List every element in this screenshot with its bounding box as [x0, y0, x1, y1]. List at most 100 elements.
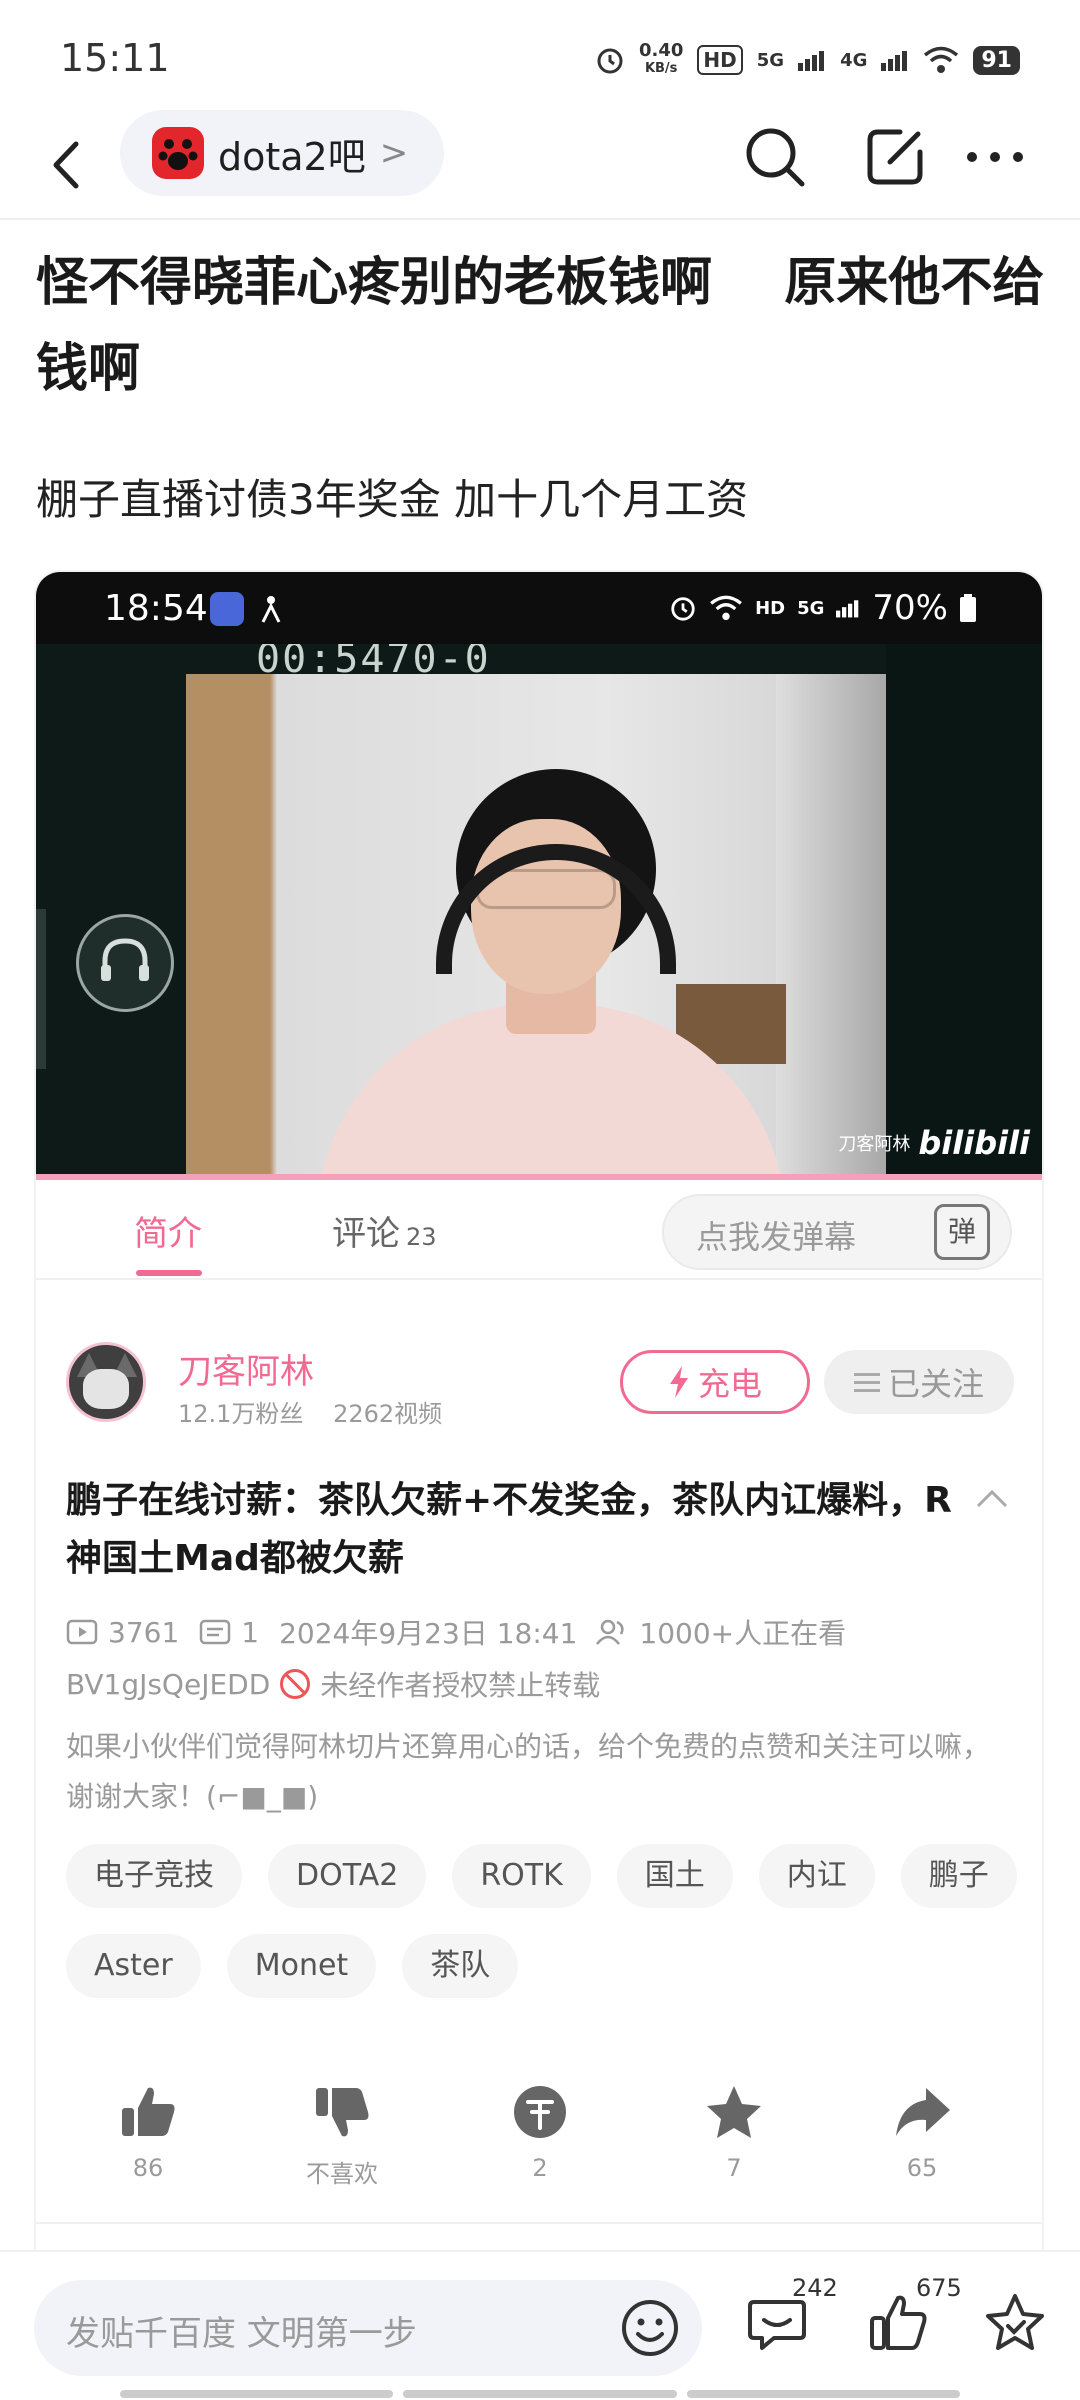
emoji-icon[interactable]: [620, 2298, 680, 2358]
video-watermark: 刀客阿林 bilibili: [838, 1124, 1030, 1162]
side-handle[interactable]: [36, 909, 46, 1069]
tag-chip[interactable]: DOTA2: [268, 1844, 427, 1908]
reply-input[interactable]: 发贴千百度 文明第一步: [34, 2280, 702, 2376]
post-subtitle: 棚子直播讨债3年奖金 加十几个月工资: [36, 475, 749, 524]
bottom-bar: 发贴千百度 文明第一步 242 675: [0, 2250, 1080, 2400]
video-meta: 3761 1 2024年9月23日 18:41 1000+人正在看: [66, 1612, 846, 1652]
battery-indicator: 91: [973, 45, 1020, 75]
uploader-stats: 12.1万粉丝 2262视频: [178, 1394, 442, 1429]
video-timer: 00:5470-0: [256, 644, 491, 682]
accessibility-icon: [254, 592, 288, 626]
inner-status-time: 18:54: [104, 588, 208, 629]
forum-link[interactable]: dota2吧 >: [120, 110, 445, 196]
video-scene-door: [776, 674, 886, 1174]
coin-count: 2: [532, 2154, 548, 2182]
signal-bars-2-icon: [881, 51, 908, 71]
card-divider: [36, 2222, 1042, 2224]
share-count: 65: [906, 2154, 938, 2182]
danmaku-toggle-icon[interactable]: 弹: [934, 1204, 990, 1260]
more-icon[interactable]: [960, 122, 1030, 192]
reprint-notice: 未经作者授权禁止转载: [320, 1669, 601, 1702]
inner-status-icons: HD 5G 70%: [669, 588, 976, 628]
charge-button[interactable]: 充电: [620, 1350, 810, 1414]
inner-alarm-icon: [671, 597, 695, 621]
star-icon: [707, 2086, 761, 2138]
like-count-bottom: 675: [916, 2274, 962, 2302]
tag-chip[interactable]: 鹏子: [900, 1844, 1017, 1908]
tab-intro[interactable]: 简介: [134, 1206, 202, 1255]
share-arrow-icon: [896, 2088, 950, 2136]
search-icon[interactable]: [740, 122, 810, 192]
dislike-button[interactable]: 不喜欢: [282, 2082, 402, 2189]
uploader-avatar[interactable]: [66, 1342, 146, 1422]
app-icon: [210, 592, 244, 626]
tab-comments[interactable]: 评论 23: [332, 1206, 437, 1255]
inner-signal-icon: [836, 600, 859, 618]
tag-chip[interactable]: 国土: [616, 1844, 733, 1908]
signal-4g-icon: 4G: [840, 49, 868, 71]
inner-battery: 70%: [872, 588, 948, 628]
status-time: 15:11: [60, 36, 170, 80]
post-title: 怪不得晓菲心疼别的老板钱啊 原来他不给钱啊: [36, 253, 1045, 399]
star-outline-icon[interactable]: [982, 2290, 1048, 2356]
tag-chip[interactable]: Monet: [226, 1934, 377, 1998]
tag-chip[interactable]: Aster: [66, 1934, 201, 1998]
inner-wifi-icon: [710, 595, 742, 621]
share-button[interactable]: 65: [862, 2082, 982, 2182]
edit-icon[interactable]: [860, 122, 930, 192]
top-nav: dota2吧 >: [0, 110, 1080, 220]
status-bar: 15:11 0.40 KB/s HD 5G 4G 91: [0, 0, 1080, 110]
uploader-videos: 2262视频: [333, 1400, 443, 1428]
danmaku-count: 1: [241, 1615, 260, 1649]
chevron-right-icon: >: [379, 133, 409, 173]
tab-comments-label: 评论: [332, 1214, 400, 1254]
like-count: 86: [132, 2154, 164, 2182]
avatar-dog-face: [83, 1369, 129, 1409]
bvid-row: BV1gJsQeJEDD 未经作者授权禁止转载: [66, 1664, 600, 1704]
back-icon[interactable]: [40, 130, 100, 200]
video-description: 如果小伙伴们觉得阿林切片还算用心的话，给个免费的点赞和关注可以嘛，谢谢大家！(⌐…: [66, 1730, 991, 1813]
viewers-icon: [596, 1619, 624, 1645]
uploader-name[interactable]: 刀客阿林: [178, 1344, 314, 1393]
danmaku-input[interactable]: 点我发弹幕 弹: [662, 1194, 1012, 1270]
watching-count: 1000+人正在看: [639, 1617, 847, 1650]
tab-comments-count: 23: [406, 1223, 437, 1251]
video-player[interactable]: 00:5470-0 刀客阿林 bilibili: [36, 644, 1042, 1174]
wifi-icon: [924, 46, 959, 73]
video-actions: 86 不喜欢 2 7 65: [36, 2082, 1042, 2222]
forum-name: dota2吧: [218, 134, 366, 179]
menu-lines-icon: [853, 1373, 880, 1392]
headset-service-icon[interactable]: [76, 914, 174, 1012]
tag-chip[interactable]: 内讧: [758, 1844, 875, 1908]
bvid: BV1gJsQeJEDD: [66, 1667, 271, 1701]
reply-placeholder: 发贴千百度 文明第一步: [66, 2314, 417, 2354]
tab-active-indicator: [136, 1270, 202, 1276]
signal-5g-icon: 5G: [756, 49, 785, 71]
inner-5g-icon: 5G: [797, 597, 825, 619]
network-speed: 0.40 KB/s: [638, 40, 684, 77]
video-tabs: 简介 评论 23 点我发弹幕 弹: [36, 1180, 1042, 1280]
tag-chip[interactable]: ROTK: [452, 1844, 591, 1908]
uploader-fans: 12.1万粉丝: [178, 1400, 304, 1428]
status-icons: 0.40 KB/s HD 5G 4G 91: [595, 36, 1020, 84]
video-scene-dark: [886, 644, 1042, 1174]
lightning-icon: [669, 1366, 688, 1398]
charge-label: 充电: [697, 1365, 762, 1403]
post-image[interactable]: 18:54 HD 5G 70% 00:5470-0 刀客阿林 bilibili …: [34, 570, 1044, 2400]
no-reprint-icon: [280, 1669, 311, 1699]
follow-button[interactable]: 已关注: [824, 1350, 1014, 1414]
tag-chip[interactable]: 茶队: [402, 1934, 519, 1998]
chevron-up-icon[interactable]: [972, 1484, 1012, 1514]
play-count-icon: [66, 1619, 98, 1645]
coin-button[interactable]: 2: [480, 2082, 600, 2182]
signal-bars-icon: [798, 51, 825, 71]
comment-count: 242: [792, 2274, 838, 2302]
publish-date: 2024年9月23日 18:41: [279, 1617, 578, 1650]
watermark-name: 刀客阿林: [838, 1134, 911, 1155]
favorite-button[interactable]: 7: [674, 2082, 794, 2182]
tag-chip[interactable]: 电子竞技: [66, 1844, 242, 1908]
danmaku-count-icon: [200, 1619, 231, 1645]
bilibili-logo: bilibili: [918, 1124, 1030, 1162]
play-count: 3761: [108, 1615, 180, 1649]
like-button[interactable]: 86: [88, 2082, 208, 2182]
